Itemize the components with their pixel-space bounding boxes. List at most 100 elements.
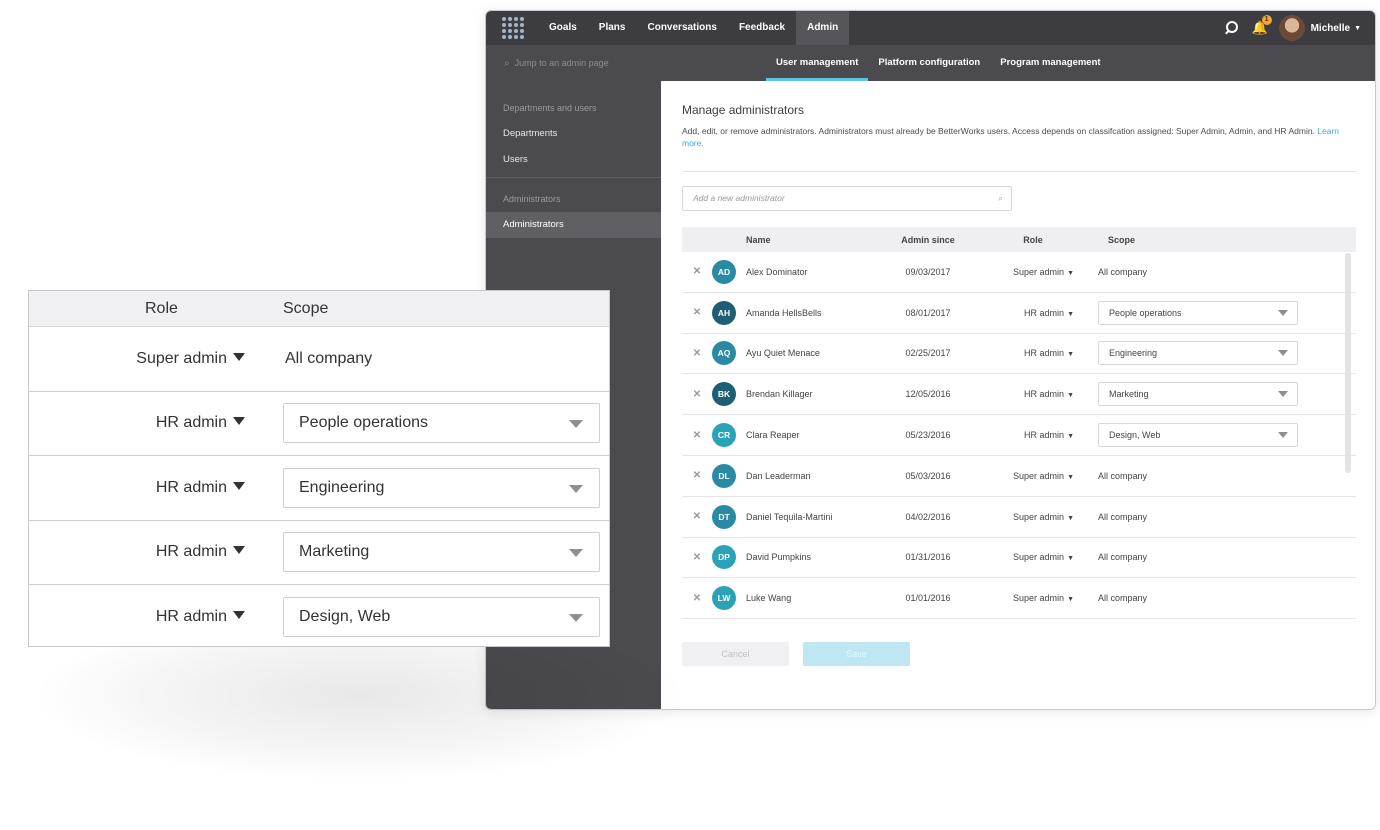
column-header-role: Role xyxy=(1023,234,1043,245)
remove-icon[interactable]: ✕ xyxy=(682,593,712,604)
table-row: ✕ AD Alex Dominator 09/03/2017 Super adm… xyxy=(682,252,1356,293)
role-dropdown[interactable]: HR admin ▼ xyxy=(968,348,1098,358)
role-dropdown[interactable]: Super admin ▼ xyxy=(968,593,1098,603)
tab-program-management[interactable]: Program management xyxy=(990,45,1110,81)
scope-value: Design, Web xyxy=(299,608,391,626)
scope-value: All company xyxy=(1098,470,1148,481)
scope-select[interactable]: Marketing xyxy=(1098,382,1298,407)
scope-select[interactable]: Engineering xyxy=(1098,341,1298,366)
scope-select[interactable]: Marketing xyxy=(283,532,600,573)
remove-icon[interactable]: ✕ xyxy=(682,266,712,277)
role-dropdown[interactable]: HR admin xyxy=(29,414,283,432)
role-dropdown[interactable]: Super admin xyxy=(29,350,283,368)
table-scrollbar[interactable] xyxy=(1345,253,1351,473)
chevron-down-icon[interactable]: ▼ xyxy=(1354,25,1361,32)
table-header: Name Admin since Role Scope xyxy=(682,227,1356,252)
callout-header: Role Scope xyxy=(29,291,609,327)
role-dropdown[interactable]: Super admin ▼ xyxy=(968,267,1098,277)
role-dropdown[interactable]: Super admin ▼ xyxy=(968,552,1098,562)
nav-conversations[interactable]: Conversations xyxy=(636,11,727,45)
admin-page-search[interactable]: ⌕ Jump to an admin page xyxy=(504,45,609,81)
chevron-down-icon xyxy=(569,549,583,558)
remove-icon[interactable]: ✕ xyxy=(682,552,712,563)
chevron-down-icon xyxy=(569,614,583,623)
scope-cell: Marketing xyxy=(283,532,609,573)
scope-select[interactable]: Design, Web xyxy=(283,597,600,638)
nav-goals[interactable]: Goals xyxy=(538,11,588,45)
role-value: HR admin xyxy=(1024,348,1065,359)
remove-icon[interactable]: ✕ xyxy=(682,511,712,522)
user-name[interactable]: Michelle xyxy=(1311,23,1350,34)
table-row: ✕ AH Amanda HellsBells 08/01/2017 HR adm… xyxy=(682,293,1356,334)
chevron-down-icon xyxy=(1278,309,1288,316)
search-icon[interactable] xyxy=(1223,20,1239,36)
admin-search-placeholder: Jump to an admin page xyxy=(514,58,609,68)
remove-icon[interactable]: ✕ xyxy=(682,348,712,359)
role-dropdown[interactable]: HR admin xyxy=(29,479,283,497)
apps-grid-icon[interactable] xyxy=(502,17,524,39)
sidebar-item-users[interactable]: Users xyxy=(486,147,661,173)
scope-select[interactable]: Engineering xyxy=(283,467,600,508)
scope-value: Marketing xyxy=(1109,389,1149,400)
nav-plans[interactable]: Plans xyxy=(588,11,637,45)
scope-cell: Design, Web xyxy=(283,597,609,638)
scope-cell: Engineering xyxy=(1098,341,1356,366)
tab-user-management[interactable]: User management xyxy=(766,45,869,81)
remove-icon[interactable]: ✕ xyxy=(682,430,712,441)
role-dropdown[interactable]: HR admin ▼ xyxy=(968,308,1098,318)
cancel-button[interactable]: Cancel xyxy=(682,642,789,666)
table-row: ✕ AQ Ayu Quiet Menace 02/25/2017 HR admi… xyxy=(682,334,1356,375)
admin-name: Brendan Killager xyxy=(746,389,813,400)
table-row: ✕ LW Luke Wang 01/01/2016 Super admin ▼ A… xyxy=(682,578,1356,620)
role-value: HR admin xyxy=(1024,307,1065,318)
column-header-scope: Scope xyxy=(1108,234,1136,245)
role-dropdown[interactable]: HR admin ▼ xyxy=(968,430,1098,440)
remove-icon[interactable]: ✕ xyxy=(682,470,712,481)
scope-cell: All company xyxy=(1098,267,1356,277)
callout-row: HR admin People operations xyxy=(29,392,609,456)
notification-bell-icon[interactable]: 🔔 1 xyxy=(1251,15,1272,37)
sidebar-item-administrators[interactable]: Administrators xyxy=(486,212,661,238)
scope-select[interactable]: People operations xyxy=(283,403,600,444)
role-value: Super admin xyxy=(1013,266,1065,277)
scope-select[interactable]: People operations xyxy=(1098,300,1298,325)
sidebar-section-departments-users: Departments and users xyxy=(503,103,597,113)
role-value: HR admin xyxy=(1024,389,1065,400)
stage: Goals Plans Conversations Feedback Admin… xyxy=(0,0,1380,830)
admin-name: David Pumpkins xyxy=(746,552,812,563)
role-dropdown[interactable]: Super admin ▼ xyxy=(968,471,1098,481)
scope-select[interactable]: Design, Web xyxy=(1098,423,1298,448)
chevron-down-icon xyxy=(1278,432,1288,439)
avatar: LW xyxy=(712,586,736,611)
add-administrator-input[interactable]: Add a new administrator ⌕ xyxy=(682,186,1012,211)
sidebar-divider xyxy=(486,177,661,178)
top-right-controls: 🔔 1 Michelle ▼ xyxy=(1223,11,1361,45)
admin-since-date: 05/03/2016 xyxy=(905,470,951,481)
scope-value: Marketing xyxy=(299,543,370,561)
caret-down-icon: ▼ xyxy=(1067,392,1074,400)
sidebar-section-administrators: Administrators xyxy=(503,194,561,204)
role-value: HR admin xyxy=(155,478,227,496)
admin-since-date: 08/01/2017 xyxy=(905,307,951,318)
remove-icon[interactable]: ✕ xyxy=(682,307,712,318)
chevron-down-icon xyxy=(1278,350,1288,357)
admin-name: Daniel Tequila-Martini xyxy=(746,511,833,522)
remove-icon[interactable]: ✕ xyxy=(682,389,712,400)
sidebar-item-departments[interactable]: Departments xyxy=(486,121,661,147)
admin-name: Luke Wang xyxy=(746,593,792,604)
role-dropdown[interactable]: HR admin xyxy=(29,608,283,626)
save-button[interactable]: Save xyxy=(803,642,910,666)
nav-feedback[interactable]: Feedback xyxy=(728,11,796,45)
role-dropdown[interactable]: HR admin xyxy=(29,543,283,561)
tab-platform-configuration[interactable]: Platform configuration xyxy=(868,45,990,81)
page-description: Add, edit, or remove administrators. Adm… xyxy=(682,125,1352,149)
scope-value: All company xyxy=(1098,266,1148,277)
role-dropdown[interactable]: HR admin ▼ xyxy=(968,389,1098,399)
nav-admin[interactable]: Admin xyxy=(796,11,850,45)
callout-row: HR admin Marketing xyxy=(29,521,609,585)
role-dropdown[interactable]: Super admin ▼ xyxy=(968,512,1098,522)
chevron-down-icon xyxy=(1278,391,1288,398)
user-avatar[interactable] xyxy=(1278,15,1305,41)
app-window: Goals Plans Conversations Feedback Admin… xyxy=(485,10,1376,710)
avatar: DT xyxy=(712,504,736,529)
